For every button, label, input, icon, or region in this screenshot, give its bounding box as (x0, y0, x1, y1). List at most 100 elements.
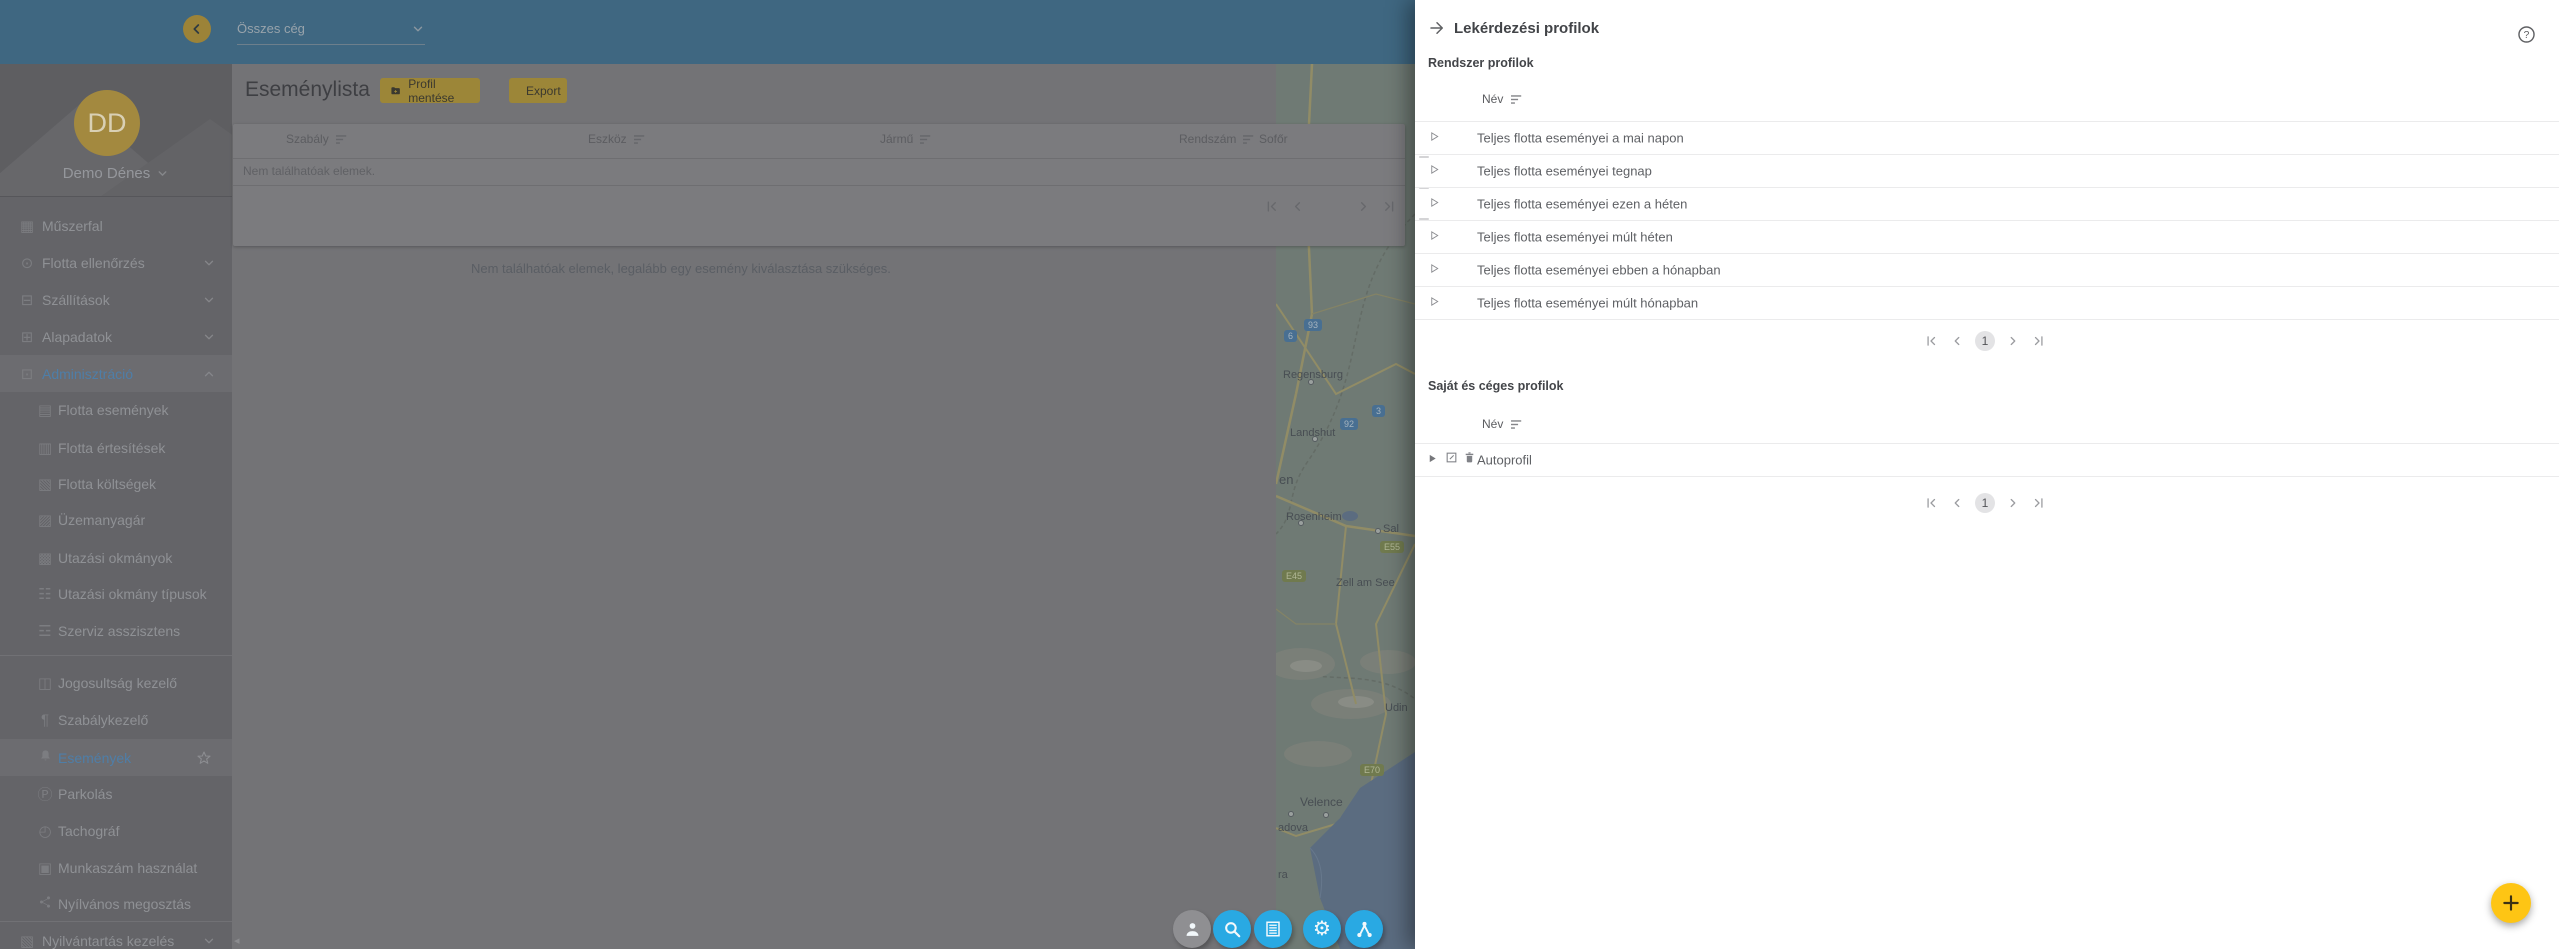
column-header-eszkoz[interactable]: Eszköz (588, 132, 646, 146)
chevron-down-icon (202, 934, 216, 948)
run-profile-icon[interactable] (1429, 228, 1440, 246)
system-name-column-header[interactable]: Név (1482, 92, 1523, 106)
sidebar-item-alapadatok[interactable]: ⊞ Alapadatok (0, 318, 232, 355)
sidebar-item-nyilvantartas-kezeles[interactable]: ▧ Nyilvántartás kezelés (0, 922, 232, 949)
sidebar-item-esemenyek[interactable]: Események (0, 739, 232, 776)
save-profile-button[interactable]: Profil mentése (380, 78, 480, 103)
back-button[interactable] (183, 15, 211, 43)
run-profile-icon[interactable] (1427, 451, 1438, 469)
page-number[interactable]: 1 (1975, 331, 1995, 351)
prev-page-button[interactable] (1289, 198, 1305, 214)
street-view-button[interactable] (1173, 910, 1211, 948)
last-page-button[interactable] (1381, 198, 1397, 214)
records-icon: ▧ (16, 932, 38, 949)
first-page-button[interactable] (1923, 333, 1939, 349)
travel-documents-icon: ▩ (34, 549, 56, 567)
fuel-price-icon: ▨ (34, 511, 56, 529)
costs-icon: ▧ (34, 475, 56, 493)
road-shield: 6 (1284, 330, 1297, 342)
run-profile-icon[interactable] (1429, 294, 1440, 312)
service-assistant-icon: ☲ (34, 622, 56, 640)
map-city-label: en (1279, 472, 1293, 487)
map-city-marker (1323, 812, 1329, 818)
edit-icon[interactable] (1445, 451, 1458, 469)
results-list-button[interactable] (1254, 910, 1292, 948)
profile-row[interactable]: Teljes flotta eseményei tegnap (1415, 155, 2559, 188)
map-city-label: ra (1278, 869, 1288, 881)
sidebar-item-flotta-ellenorzes[interactable]: ⊙ Flotta ellenőrzés (0, 244, 232, 281)
sidebar-item-szallitasok[interactable]: ⊟ Szállítások (0, 281, 232, 318)
list-icon (1264, 920, 1282, 938)
work-number-icon: ▣ (34, 859, 56, 877)
user-menu[interactable]: Demo Dénes (0, 165, 232, 182)
table-empty-text: Nem találhatóak elemek. (243, 164, 375, 178)
sidebar-item-flotta-koltsegek[interactable]: ▧ Flotta költségek (0, 465, 232, 502)
first-page-button[interactable] (1923, 495, 1939, 511)
sidebar-item-jogosultsag-kezelo[interactable]: ◫ Jogosultság kezelő (0, 664, 232, 701)
sidebar-item-utazasi-okmanyok[interactable]: ▩ Utazási okmányok (0, 539, 232, 576)
sidebar-item-flotta-ertesitesek[interactable]: ▥ Flotta értesítések (0, 429, 232, 466)
profile-row[interactable]: Teljes flotta eseményei múlt hónapban (1415, 287, 2559, 320)
help-button[interactable]: ? (2517, 25, 2536, 44)
road-shield: 3 (1372, 405, 1385, 417)
company-selector[interactable]: Összes cég (237, 14, 425, 45)
sidebar-item-parkolas[interactable]: Ⓟ Parkolás (0, 775, 232, 812)
sidebar-item-uzemanyagar[interactable]: ▨ Üzemanyagár (0, 501, 232, 538)
column-header-sofor[interactable]: Sofőr (1259, 132, 1288, 146)
chevron-down-icon (411, 22, 425, 36)
person-icon (1183, 920, 1202, 939)
map-city-marker (1288, 811, 1294, 817)
custom-name-column-header[interactable]: Név (1482, 417, 1523, 431)
profile-row[interactable]: Autoprofil (1415, 444, 2559, 477)
next-page-button[interactable] (2005, 333, 2021, 349)
chevron-up-icon (202, 367, 216, 381)
run-profile-icon[interactable] (1429, 162, 1440, 180)
last-page-button[interactable] (2031, 333, 2047, 349)
next-page-button[interactable] (1355, 198, 1371, 214)
sidebar-item-nyilvanos-megosztas[interactable]: Nyílvános megosztás (0, 885, 232, 922)
column-header-szabaly[interactable]: Szabály (286, 132, 348, 146)
column-header-rendszam[interactable]: Rendszám (1179, 132, 1255, 146)
scrollbar-left-arrow[interactable]: ◂ (234, 934, 240, 947)
delete-icon[interactable] (1463, 451, 1476, 469)
route-button[interactable] (1345, 910, 1383, 948)
profile-row[interactable]: Teljes flotta eseményei ebben a hónapban (1415, 254, 2559, 287)
share-icon (34, 895, 56, 913)
profile-row[interactable]: Teljes flotta eseményei a mai napon (1415, 122, 2559, 155)
prev-page-button[interactable] (1949, 495, 1965, 511)
rules-icon: ¶ (34, 711, 56, 728)
run-profile-icon[interactable] (1429, 261, 1440, 279)
export-button[interactable]: Export (509, 78, 567, 103)
sidebar-item-tachograf[interactable]: ◴ Tachográf (0, 812, 232, 849)
map-search-button[interactable] (1213, 910, 1251, 948)
last-page-button[interactable] (2031, 495, 2047, 511)
sort-icon (633, 134, 646, 145)
map-settings-button[interactable]: ⚙ (1303, 910, 1341, 948)
page-number[interactable]: 1 (1975, 493, 1995, 513)
add-profile-fab[interactable] (2491, 883, 2531, 923)
sidebar-item-utazasi-okmany-tipusok[interactable]: ☷ Utazási okmány típusok (0, 575, 232, 612)
run-profile-icon[interactable] (1429, 195, 1440, 213)
sidebar-item-muszerfal[interactable]: ▦ Műszerfal (0, 207, 232, 244)
custom-profiles-table: Autoprofil (1415, 443, 2559, 477)
column-header-jarmu[interactable]: Jármű (880, 132, 932, 146)
sidebar-item-szerviz-asszisztens[interactable]: ☲ Szerviz asszisztens (0, 612, 232, 649)
profile-row[interactable]: Teljes flotta eseményei ezen a héten (1415, 188, 2559, 221)
calendar-icon: ▤ (34, 401, 56, 419)
collapse-panel-button[interactable] (1428, 19, 1446, 42)
sidebar-item-flotta-esemenyek[interactable]: ▤ Flotta események (0, 391, 232, 428)
first-page-button[interactable] (1263, 198, 1279, 214)
sidebar-item-szabalykezelo[interactable]: ¶ Szabálykezelő (0, 701, 232, 738)
run-profile-icon[interactable] (1429, 129, 1440, 147)
avatar[interactable]: DD (74, 90, 140, 156)
map-city-label: Sal (1383, 523, 1399, 535)
prev-page-button[interactable] (1949, 333, 1965, 349)
road-shield: 92 (1340, 418, 1358, 430)
road-shield: 93 (1304, 319, 1322, 331)
road-shield: E55 (1380, 541, 1404, 553)
favorite-star-icon[interactable] (196, 750, 212, 766)
profile-row[interactable]: Teljes flotta eseményei múlt héten (1415, 221, 2559, 254)
sidebar-item-adminisztracio[interactable]: ⊡ Adminisztráció (0, 355, 232, 392)
next-page-button[interactable] (2005, 495, 2021, 511)
sidebar-item-munkaszam-hasznalat[interactable]: ▣ Munkaszám használat (0, 849, 232, 886)
